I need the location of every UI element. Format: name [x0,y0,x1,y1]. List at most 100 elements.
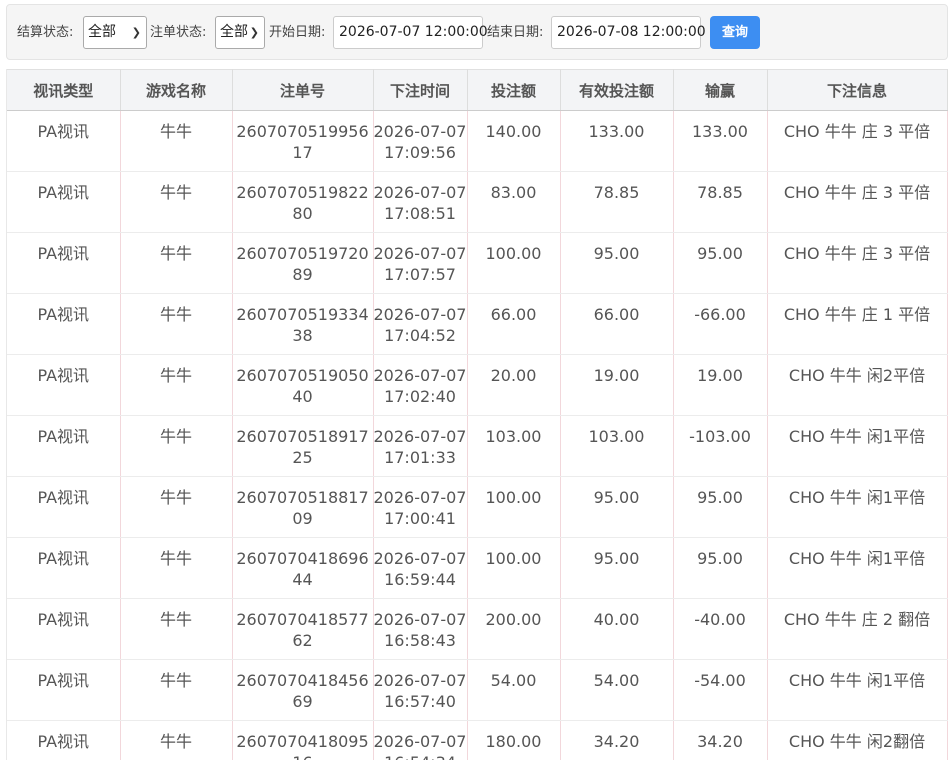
cell-bet-time: 2026-07-07 16:57:40 [373,659,468,721]
cell-video-type: PA视讯 [7,293,121,355]
cell-game-name: 牛牛 [120,476,233,538]
end-date-label: 结束日期: [487,25,544,40]
cell-video-type: PA视讯 [7,659,121,721]
cell-valid-bet: 95.00 [560,232,674,294]
cell-bet-time: 2026-07-07 17:01:33 [373,415,468,477]
table-row: PA视讯 牛牛 260707051905040 2026-07-07 17:02… [7,354,948,416]
cell-bet-time: 2026-07-07 16:59:44 [373,537,468,599]
cell-valid-bet: 133.00 [560,110,674,172]
cell-bet-time: 2026-07-07 17:08:51 [373,171,468,233]
cell-video-type: PA视讯 [7,354,121,416]
cell-bet-time: 2026-07-07 16:54:34 [373,720,468,760]
header-bet-amount: 投注额 [467,69,561,111]
cell-win-loss: 19.00 [673,354,768,416]
cell-bet-info: CHO 牛牛 闲1平倍 [767,476,948,538]
cell-bet-amount: 83.00 [467,171,561,233]
cell-valid-bet: 34.20 [560,720,674,760]
settle-status-value: 全部 [88,24,116,40]
cell-bet-info: CHO 牛牛 闲2翻倍 [767,720,948,760]
cell-order-no: 260707041809516 [232,720,374,760]
cell-game-name: 牛牛 [120,110,233,172]
cell-bet-amount: 103.00 [467,415,561,477]
table-row: PA视讯 牛牛 260707051995617 2026-07-07 17:09… [7,110,948,172]
cell-video-type: PA视讯 [7,232,121,294]
cell-game-name: 牛牛 [120,354,233,416]
cell-order-no: 260707051933438 [232,293,374,355]
cell-bet-amount: 200.00 [467,598,561,660]
table-row: PA视讯 牛牛 260707051982280 2026-07-07 17:08… [7,171,948,233]
cell-order-no: 260707051972089 [232,232,374,294]
cell-game-name: 牛牛 [120,537,233,599]
cell-bet-amount: 100.00 [467,537,561,599]
table-row: PA视讯 牛牛 260707051933438 2026-07-07 17:04… [7,293,948,355]
cell-bet-amount: 140.00 [467,110,561,172]
cell-win-loss: 34.20 [673,720,768,760]
chevron-down-icon: ❯ [249,26,259,39]
bet-records-table: 视讯类型 游戏名称 注单号 下注时间 投注额 有效投注额 输赢 下注信息 PA视… [6,69,948,760]
cell-video-type: PA视讯 [7,720,121,760]
cell-win-loss: -103.00 [673,415,768,477]
cell-game-name: 牛牛 [120,171,233,233]
cell-order-no: 260707041857762 [232,598,374,660]
start-date-input[interactable]: 2026-07-07 12:00:00 [333,16,488,49]
query-button[interactable]: 查询 [710,16,760,49]
cell-win-loss: 95.00 [673,232,768,294]
table-row: PA视讯 牛牛 260707041869644 2026-07-07 16:59… [7,537,948,599]
cell-bet-info: CHO 牛牛 庄 3 平倍 [767,171,948,233]
cell-bet-amount: 100.00 [467,476,561,538]
cell-bet-info: CHO 牛牛 闲1平倍 [767,659,948,721]
cell-bet-time: 2026-07-07 17:00:41 [373,476,468,538]
cell-bet-amount: 66.00 [467,293,561,355]
cell-valid-bet: 54.00 [560,659,674,721]
cell-bet-time: 2026-07-07 16:58:43 [373,598,468,660]
cell-bet-info: CHO 牛牛 闲1平倍 [767,537,948,599]
cell-valid-bet: 40.00 [560,598,674,660]
cell-game-name: 牛牛 [120,598,233,660]
table-row: PA视讯 牛牛 260707051891725 2026-07-07 17:01… [7,415,948,477]
cell-win-loss: -66.00 [673,293,768,355]
cell-valid-bet: 66.00 [560,293,674,355]
cell-order-no: 260707051982280 [232,171,374,233]
cell-bet-info: CHO 牛牛 闲1平倍 [767,415,948,477]
cell-bet-amount: 20.00 [467,354,561,416]
end-date-input[interactable]: 2026-07-08 12:00:00 [551,16,706,49]
cell-win-loss: -40.00 [673,598,768,660]
header-valid-bet: 有效投注额 [560,69,674,111]
cell-order-no: 260707051891725 [232,415,374,477]
table-row: PA视讯 牛牛 260707041857762 2026-07-07 16:58… [7,598,948,660]
cell-bet-info: CHO 牛牛 庄 3 平倍 [767,232,948,294]
header-video-type: 视讯类型 [7,69,121,111]
table-header-row: 视讯类型 游戏名称 注单号 下注时间 投注额 有效投注额 输赢 下注信息 [7,69,948,111]
cell-win-loss: 95.00 [673,537,768,599]
cell-valid-bet: 78.85 [560,171,674,233]
cell-bet-time: 2026-07-07 17:02:40 [373,354,468,416]
table-row: PA视讯 牛牛 260707051881709 2026-07-07 17:00… [7,476,948,538]
header-win-loss: 输赢 [673,69,768,111]
header-bet-info: 下注信息 [767,69,948,111]
cell-game-name: 牛牛 [120,232,233,294]
cell-win-loss: -54.00 [673,659,768,721]
cell-video-type: PA视讯 [7,598,121,660]
order-status-value: 全部 [220,24,248,40]
settle-status-select[interactable]: 全部 ❯ [83,16,147,49]
cell-order-no: 260707051995617 [232,110,374,172]
cell-order-no: 260707051905040 [232,354,374,416]
order-status-select[interactable]: 全部 ❯ [215,16,265,49]
cell-game-name: 牛牛 [120,415,233,477]
cell-win-loss: 78.85 [673,171,768,233]
table-row: PA视讯 牛牛 260707041845669 2026-07-07 16:57… [7,659,948,721]
cell-bet-info: CHO 牛牛 庄 2 翻倍 [767,598,948,660]
cell-video-type: PA视讯 [7,537,121,599]
cell-valid-bet: 95.00 [560,537,674,599]
table-row: PA视讯 牛牛 260707041809516 2026-07-07 16:54… [7,720,948,760]
cell-video-type: PA视讯 [7,415,121,477]
cell-bet-time: 2026-07-07 17:09:56 [373,110,468,172]
cell-order-no: 260707041869644 [232,537,374,599]
header-bet-time: 下注时间 [373,69,468,111]
filter-bar: 结算状态: 全部 ❯ 注单状态: 全部 ❯ 开始日期: 2026-07-07 1… [6,4,948,60]
cell-game-name: 牛牛 [120,659,233,721]
table-row: PA视讯 牛牛 260707051972089 2026-07-07 17:07… [7,232,948,294]
order-status-label: 注单状态: [150,25,207,40]
cell-bet-amount: 54.00 [467,659,561,721]
start-date-label: 开始日期: [269,25,326,40]
